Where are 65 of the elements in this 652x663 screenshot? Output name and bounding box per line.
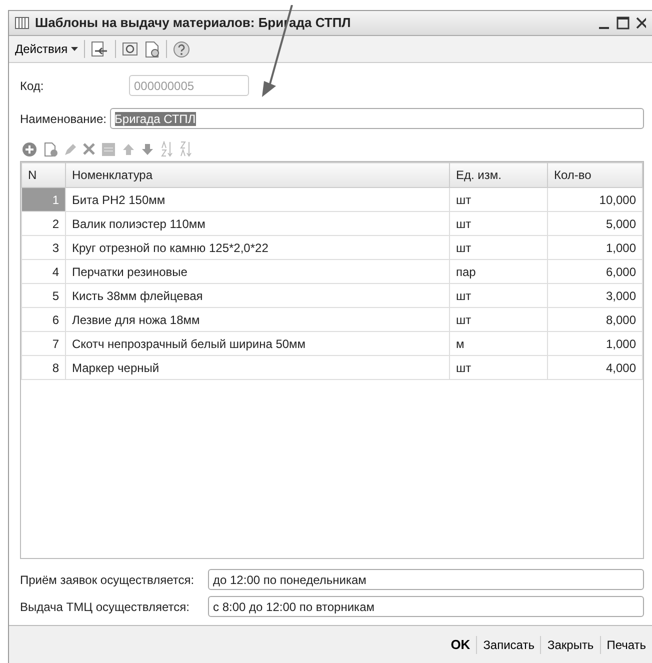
document-icon[interactable] [144,40,160,58]
save-close-icon[interactable] [90,41,109,57]
table-cell: пар [450,260,548,284]
code-field: 000000005 [129,75,249,96]
table-cell: шт [450,236,548,260]
table-cell: шт [450,212,548,236]
pencil-icon[interactable] [64,142,77,156]
footer-button[interactable]: Печать [600,636,652,654]
table-cell: шт [450,188,548,212]
table-cell: Круг отрезной по камню 125*2,0*22 [66,236,450,260]
row-number[interactable]: 2 [22,212,66,236]
table-cell: 5,000 [548,212,642,236]
field-label: Выдача ТМЦ осуществляется: [20,598,190,616]
table-cell: шт [450,356,548,380]
table-cell: Перчатки резиновые [66,260,450,284]
table-cell: м [450,332,548,356]
row-number[interactable]: 4 [22,260,66,284]
add-icon[interactable] [22,142,37,156]
row-number[interactable]: 7 [22,332,66,356]
refresh-icon[interactable] [122,41,138,57]
down-arrow-icon[interactable] [141,142,154,156]
name-field[interactable]: Бригада СТПЛ [110,108,644,129]
row-number[interactable]: 5 [22,284,66,308]
row-number[interactable]: 3 [22,236,66,260]
table-cell: 6,000 [548,260,642,284]
text-field[interactable]: с 8:00 до 12:00 по вторникам [208,596,644,617]
text-field[interactable]: до 12:00 по понедельникам [208,569,644,590]
sort-descending-icon[interactable] [179,141,192,157]
table-cell: шт [450,308,548,332]
table-cell: Валик полиэстер 110мм [66,212,450,236]
table-cell: 1,000 [548,236,642,260]
footer-button[interactable]: Записать [476,636,540,654]
footer-button[interactable]: Закрыть [540,636,600,654]
table-cell: Лезвие для ножа 18мм [66,308,450,332]
maximize-icon[interactable] [616,16,630,30]
actions-menu[interactable]: Действия [15,40,78,58]
footer-button[interactable]: OK [444,634,476,654]
field-label: Наименование: [20,110,107,128]
caret-icon [70,47,78,51]
row-number[interactable]: 6 [22,308,66,332]
field-label: Приём заявок осуществляется: [20,572,196,588]
form-icon[interactable] [101,142,116,156]
table-cell: 4,000 [548,356,642,380]
sort-ascending-icon[interactable] [160,141,173,157]
table-cell: Бита PH2 150мм [66,188,450,212]
column-header[interactable]: N [22,162,66,188]
delete-icon[interactable] [83,143,95,155]
table-cell: 3,000 [548,284,642,308]
close-icon[interactable] [636,16,646,30]
column-header[interactable]: Номенклатура [66,162,450,188]
table-cell: 1,000 [548,332,642,356]
table-cell: 8,000 [548,308,642,332]
help-icon[interactable] [172,40,190,58]
table-cell: Кисть 38мм флейцевая [66,284,450,308]
up-arrow-icon[interactable] [122,142,135,156]
column-header[interactable]: Кол-во [548,162,642,188]
table-cell: Маркер черный [66,356,450,380]
table-cell: Скотч непрозрачный белый ширина 50мм [66,332,450,356]
table-cell: шт [450,284,548,308]
field-label: Код: [20,78,45,94]
table-icon [15,17,29,29]
table-cell: 10,000 [548,188,642,212]
copy-icon[interactable] [43,142,58,156]
row-number[interactable]: 8 [22,356,66,380]
column-header[interactable]: Ед. изм. [450,162,548,188]
